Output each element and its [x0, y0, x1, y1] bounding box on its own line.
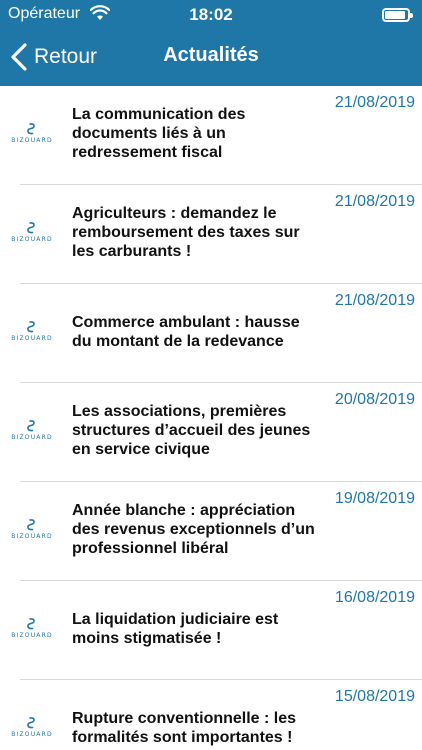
news-title: Rupture conventionnelle : les formalités…: [72, 710, 297, 746]
news-item[interactable]: BIZOUARD Agriculteurs : demandez le remb…: [0, 185, 422, 284]
bizouard-mark-icon: [27, 222, 35, 234]
back-label: Retour: [34, 45, 98, 68]
news-date: 21/08/2019: [334, 94, 415, 111]
chevron-left-icon: [11, 43, 27, 71]
news-title: La liquidation judiciaire est moins stig…: [72, 611, 279, 647]
logo-wordmark: BIZOUARD: [11, 533, 53, 540]
news-date: 15/08/2019: [334, 688, 415, 705]
bizouard-logo: BIZOUARD: [10, 221, 54, 247]
news-title: Année blanche : appréciation des revenus…: [72, 502, 315, 557]
bizouard-logo: BIZOUARD: [10, 122, 54, 148]
logo-wordmark: BIZOUARD: [11, 731, 53, 738]
status-time: 18:02: [189, 5, 233, 24]
bizouard-logo: BIZOUARD: [10, 518, 54, 544]
news-title: Les associations, premières structures d…: [72, 403, 311, 458]
news-item[interactable]: BIZOUARD Commerce ambulant : hausse du m…: [0, 284, 422, 383]
bizouard-logo: BIZOUARD: [10, 419, 54, 445]
navigation-bar: Retour Actualités: [0, 30, 422, 86]
news-list: BIZOUARD La communication des documents …: [0, 86, 422, 750]
status-bar: Opérateur 18:02: [0, 0, 422, 30]
bizouard-mark-icon: [27, 519, 35, 531]
news-item[interactable]: BIZOUARD Rupture conventionnelle : les f…: [0, 680, 422, 750]
news-title: Agriculteurs : demandez le remboursement…: [72, 205, 300, 260]
news-date: 20/08/2019: [334, 391, 415, 408]
news-item[interactable]: BIZOUARD La liquidation judiciaire est m…: [0, 581, 422, 680]
battery-icon: [382, 8, 413, 22]
bizouard-mark-icon: [27, 717, 35, 729]
news-date: 16/08/2019: [334, 589, 415, 606]
news-item[interactable]: BIZOUARD La communication des documents …: [0, 86, 422, 185]
bizouard-logo: BIZOUARD: [10, 320, 54, 346]
bizouard-logo: BIZOUARD: [10, 716, 54, 742]
app-screen: Opérateur 18:02 Retour Actualités BIZOUA…: [0, 0, 422, 750]
bizouard-mark-icon: [27, 123, 35, 135]
logo-wordmark: BIZOUARD: [11, 137, 53, 144]
logo-wordmark: BIZOUARD: [11, 632, 53, 639]
news-item[interactable]: BIZOUARD Les associations, premières str…: [0, 383, 422, 482]
bizouard-mark-icon: [27, 321, 35, 333]
back-button[interactable]: Retour: [10, 42, 97, 72]
logo-wordmark: BIZOUARD: [11, 236, 53, 243]
news-date: 19/08/2019: [334, 490, 415, 507]
logo-wordmark: BIZOUARD: [11, 335, 53, 342]
news-title: Commerce ambulant : hausse du montant de…: [72, 314, 300, 350]
news-date: 21/08/2019: [334, 292, 415, 309]
news-title: La communication des documents liés à un…: [72, 106, 246, 161]
bizouard-mark-icon: [27, 618, 35, 630]
news-item[interactable]: BIZOUARD Année blanche : appréciation de…: [0, 482, 422, 581]
bizouard-mark-icon: [27, 420, 35, 432]
bizouard-logo: BIZOUARD: [10, 617, 54, 643]
news-date: 21/08/2019: [334, 193, 415, 210]
logo-wordmark: BIZOUARD: [11, 434, 53, 441]
